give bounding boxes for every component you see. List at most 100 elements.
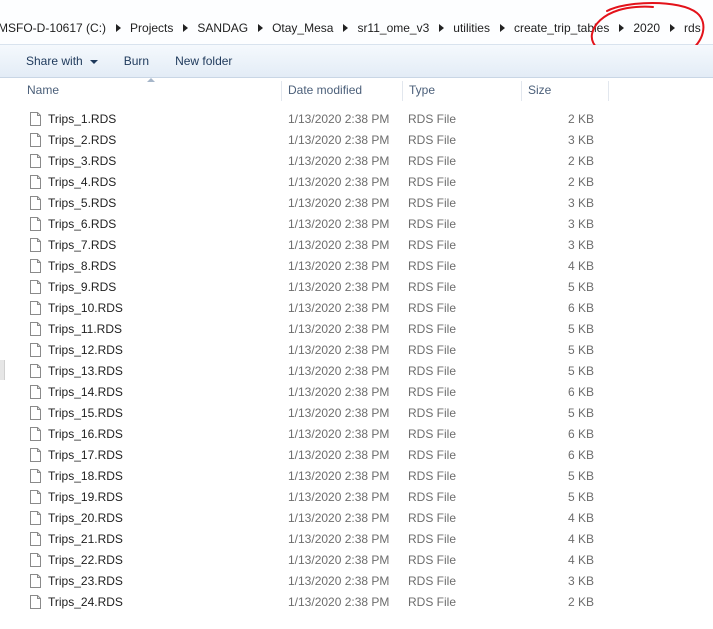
- file-type: RDS File: [408, 259, 457, 273]
- file-row[interactable]: Trips_1.RDS 1/13/2020 2:38 PM RDS File 2 KB: [0, 109, 713, 130]
- file-row[interactable]: Trips_10.RDS 1/13/2020 2:38 PM RDS File 6 K…: [0, 298, 713, 319]
- file-name: Trips_18.RDS: [48, 469, 123, 483]
- breadcrumb-arrow-icon[interactable]: [258, 24, 264, 32]
- breadcrumb-arrow-icon[interactable]: [116, 24, 122, 32]
- breadcrumb-arrow-icon[interactable]: [619, 24, 625, 32]
- file-type: RDS File: [408, 448, 457, 462]
- file-row[interactable]: Trips_12.RDS 1/13/2020 2:38 PM RDS File 5 K…: [0, 340, 713, 361]
- new-folder-button[interactable]: New folder: [162, 49, 245, 73]
- file-row[interactable]: Trips_7.RDS 1/13/2020 2:38 PM RDS File 3 KB: [0, 235, 713, 256]
- file-type: RDS File: [408, 175, 457, 189]
- file-type: RDS File: [408, 343, 457, 357]
- file-size: 5 KB: [567, 469, 594, 483]
- file-row[interactable]: Trips_16.RDS 1/13/2020 2:38 PM RDS File 6 K…: [0, 424, 713, 445]
- breadcrumb-rds[interactable]: rds: [681, 21, 705, 35]
- file-type: RDS File: [408, 112, 457, 126]
- file-date-modified: 1/13/2020 2:38 PM: [288, 322, 390, 336]
- file-row[interactable]: Trips_24.RDS 1/13/2020 2:38 PM RDS File 2 K…: [0, 592, 713, 613]
- column-divider[interactable]: [281, 81, 282, 101]
- breadcrumb-utilities[interactable]: utilities: [450, 21, 494, 35]
- column-header-type[interactable]: Type: [409, 78, 435, 103]
- file-size: 6 KB: [567, 448, 594, 462]
- file-type: RDS File: [408, 532, 457, 546]
- file-row[interactable]: Trips_18.RDS 1/13/2020 2:38 PM RDS File 5 K…: [0, 466, 713, 487]
- breadcrumb-2020[interactable]: 2020: [630, 21, 664, 35]
- generic-file-icon: [30, 427, 41, 441]
- file-row[interactable]: Trips_11.RDS 1/13/2020 2:38 PM RDS File 5 K…: [0, 319, 713, 340]
- file-date-modified: 1/13/2020 2:38 PM: [288, 532, 390, 546]
- breadcrumb-arrow-icon[interactable]: [183, 24, 189, 32]
- address-bar[interactable]: MSFO-D-10617 (C:) Projects SANDAG Otay_M…: [0, 0, 713, 45]
- file-date-modified: 1/13/2020 2:38 PM: [288, 427, 390, 441]
- column-divider[interactable]: [402, 81, 403, 101]
- file-type: RDS File: [408, 406, 457, 420]
- file-row[interactable]: Trips_21.RDS 1/13/2020 2:38 PM RDS File 4 K…: [0, 529, 713, 550]
- file-type: RDS File: [408, 469, 457, 483]
- file-row[interactable]: Trips_22.RDS 1/13/2020 2:38 PM RDS File 4 K…: [0, 550, 713, 571]
- breadcrumb-sandag[interactable]: SANDAG: [194, 21, 252, 35]
- file-type: RDS File: [408, 154, 457, 168]
- file-name: Trips_12.RDS: [48, 343, 123, 357]
- file-name: Trips_3.RDS: [48, 154, 117, 168]
- breadcrumb-sr11-ome-v3[interactable]: sr11_ome_v3: [354, 21, 433, 35]
- file-row[interactable]: Trips_13.RDS 1/13/2020 2:38 PM RDS File 5 K…: [0, 361, 713, 382]
- breadcrumb-arrow-icon[interactable]: [439, 24, 445, 32]
- file-row[interactable]: Trips_14.RDS 1/13/2020 2:38 PM RDS File 6 K…: [0, 382, 713, 403]
- burn-button[interactable]: Burn: [111, 49, 162, 73]
- column-divider[interactable]: [521, 81, 522, 101]
- breadcrumb-arrow-icon[interactable]: [499, 24, 505, 32]
- file-name: Trips_17.RDS: [48, 448, 123, 462]
- file-row[interactable]: Trips_3.RDS 1/13/2020 2:38 PM RDS File 2 KB: [0, 151, 713, 172]
- column-headers: Name Date modified Type Size: [0, 78, 713, 103]
- generic-file-icon: [30, 574, 41, 588]
- file-row[interactable]: Trips_6.RDS 1/13/2020 2:38 PM RDS File 3 KB: [0, 214, 713, 235]
- file-name: Trips_21.RDS: [48, 532, 123, 546]
- file-date-modified: 1/13/2020 2:38 PM: [288, 406, 390, 420]
- file-type: RDS File: [408, 385, 457, 399]
- share-with-button[interactable]: Share with: [0, 49, 111, 73]
- file-name: Trips_15.RDS: [48, 406, 123, 420]
- file-row[interactable]: Trips_8.RDS 1/13/2020 2:38 PM RDS File 4 KB: [0, 256, 713, 277]
- file-name: Trips_2.RDS: [48, 133, 117, 147]
- file-name: Trips_8.RDS: [48, 259, 117, 273]
- column-divider[interactable]: [608, 81, 609, 101]
- file-size: 2 KB: [567, 154, 594, 168]
- generic-file-icon: [30, 406, 41, 420]
- file-type: RDS File: [408, 574, 457, 588]
- file-row[interactable]: Trips_4.RDS 1/13/2020 2:38 PM RDS File 2 KB: [0, 172, 713, 193]
- file-size: 6 KB: [567, 301, 594, 315]
- breadcrumb: MSFO-D-10617 (C:) Projects SANDAG Otay_M…: [0, 16, 713, 40]
- file-size: 5 KB: [567, 322, 594, 336]
- file-row[interactable]: Trips_23.RDS 1/13/2020 2:38 PM RDS File 3 K…: [0, 571, 713, 592]
- column-header-date-modified[interactable]: Date modified: [288, 78, 362, 103]
- file-size: 6 KB: [567, 427, 594, 441]
- generic-file-icon: [30, 553, 41, 567]
- file-name: Trips_7.RDS: [48, 238, 117, 252]
- file-name: Trips_11.RDS: [48, 322, 123, 336]
- breadcrumb-projects[interactable]: Projects: [127, 21, 177, 35]
- generic-file-icon: [30, 469, 41, 483]
- breadcrumb-create-trip-tables[interactable]: create_trip_tables: [511, 21, 613, 35]
- breadcrumb-arrow-icon[interactable]: [343, 24, 349, 32]
- file-size: 2 KB: [567, 595, 594, 609]
- file-date-modified: 1/13/2020 2:38 PM: [288, 574, 390, 588]
- file-row[interactable]: Trips_5.RDS 1/13/2020 2:38 PM RDS File 3 KB: [0, 193, 713, 214]
- breadcrumb-drive[interactable]: MSFO-D-10617 (C:): [0, 21, 110, 35]
- breadcrumb-otay-mesa[interactable]: Otay_Mesa: [269, 21, 337, 35]
- file-row[interactable]: Trips_2.RDS 1/13/2020 2:38 PM RDS File 3 KB: [0, 130, 713, 151]
- breadcrumb-arrow-icon[interactable]: [670, 24, 676, 32]
- generic-file-icon: [30, 280, 41, 294]
- file-row[interactable]: Trips_20.RDS 1/13/2020 2:38 PM RDS File 4 K…: [0, 508, 713, 529]
- generic-file-icon: [30, 385, 41, 399]
- share-with-label: Share with: [26, 54, 83, 68]
- file-row[interactable]: Trips_9.RDS 1/13/2020 2:38 PM RDS File 5 KB: [0, 277, 713, 298]
- column-header-size[interactable]: Size: [528, 78, 551, 103]
- column-header-name[interactable]: Name: [27, 78, 59, 103]
- file-row[interactable]: Trips_15.RDS 1/13/2020 2:38 PM RDS File 5 K…: [0, 403, 713, 424]
- file-type: RDS File: [408, 196, 457, 210]
- file-date-modified: 1/13/2020 2:38 PM: [288, 259, 390, 273]
- file-row[interactable]: Trips_19.RDS 1/13/2020 2:38 PM RDS File 5 K…: [0, 487, 713, 508]
- file-row[interactable]: Trips_17.RDS 1/13/2020 2:38 PM RDS File 6 K…: [0, 445, 713, 466]
- file-name: Trips_4.RDS: [48, 175, 117, 189]
- file-name: Trips_24.RDS: [48, 595, 123, 609]
